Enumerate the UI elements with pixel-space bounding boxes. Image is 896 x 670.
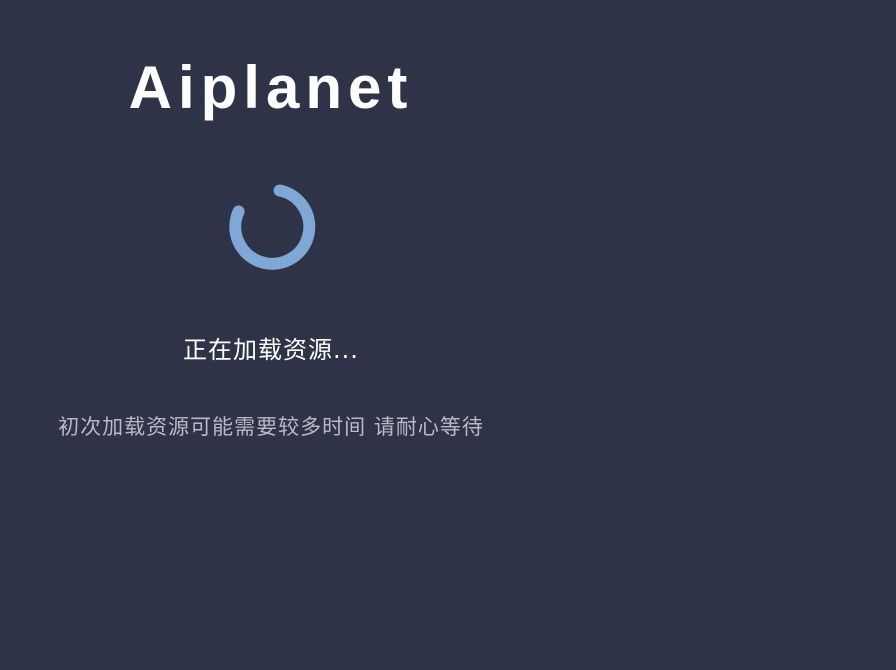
loading-panel: Aiplanet 正在加载资源... 初次加载资源可能需要较多时间 请耐心等待: [0, 0, 542, 670]
app-logo-text: Aiplanet: [128, 54, 414, 121]
loading-status-text: 正在加载资源...: [183, 336, 359, 364]
spinner-arc: [229, 184, 316, 270]
loading-spinner-icon: [229, 184, 316, 270]
loading-screen: Aiplanet 正在加载资源... 初次加载资源可能需要较多时间 请耐心等待: [0, 0, 896, 670]
loading-hint-text: 初次加载资源可能需要较多时间 请耐心等待: [58, 415, 484, 439]
